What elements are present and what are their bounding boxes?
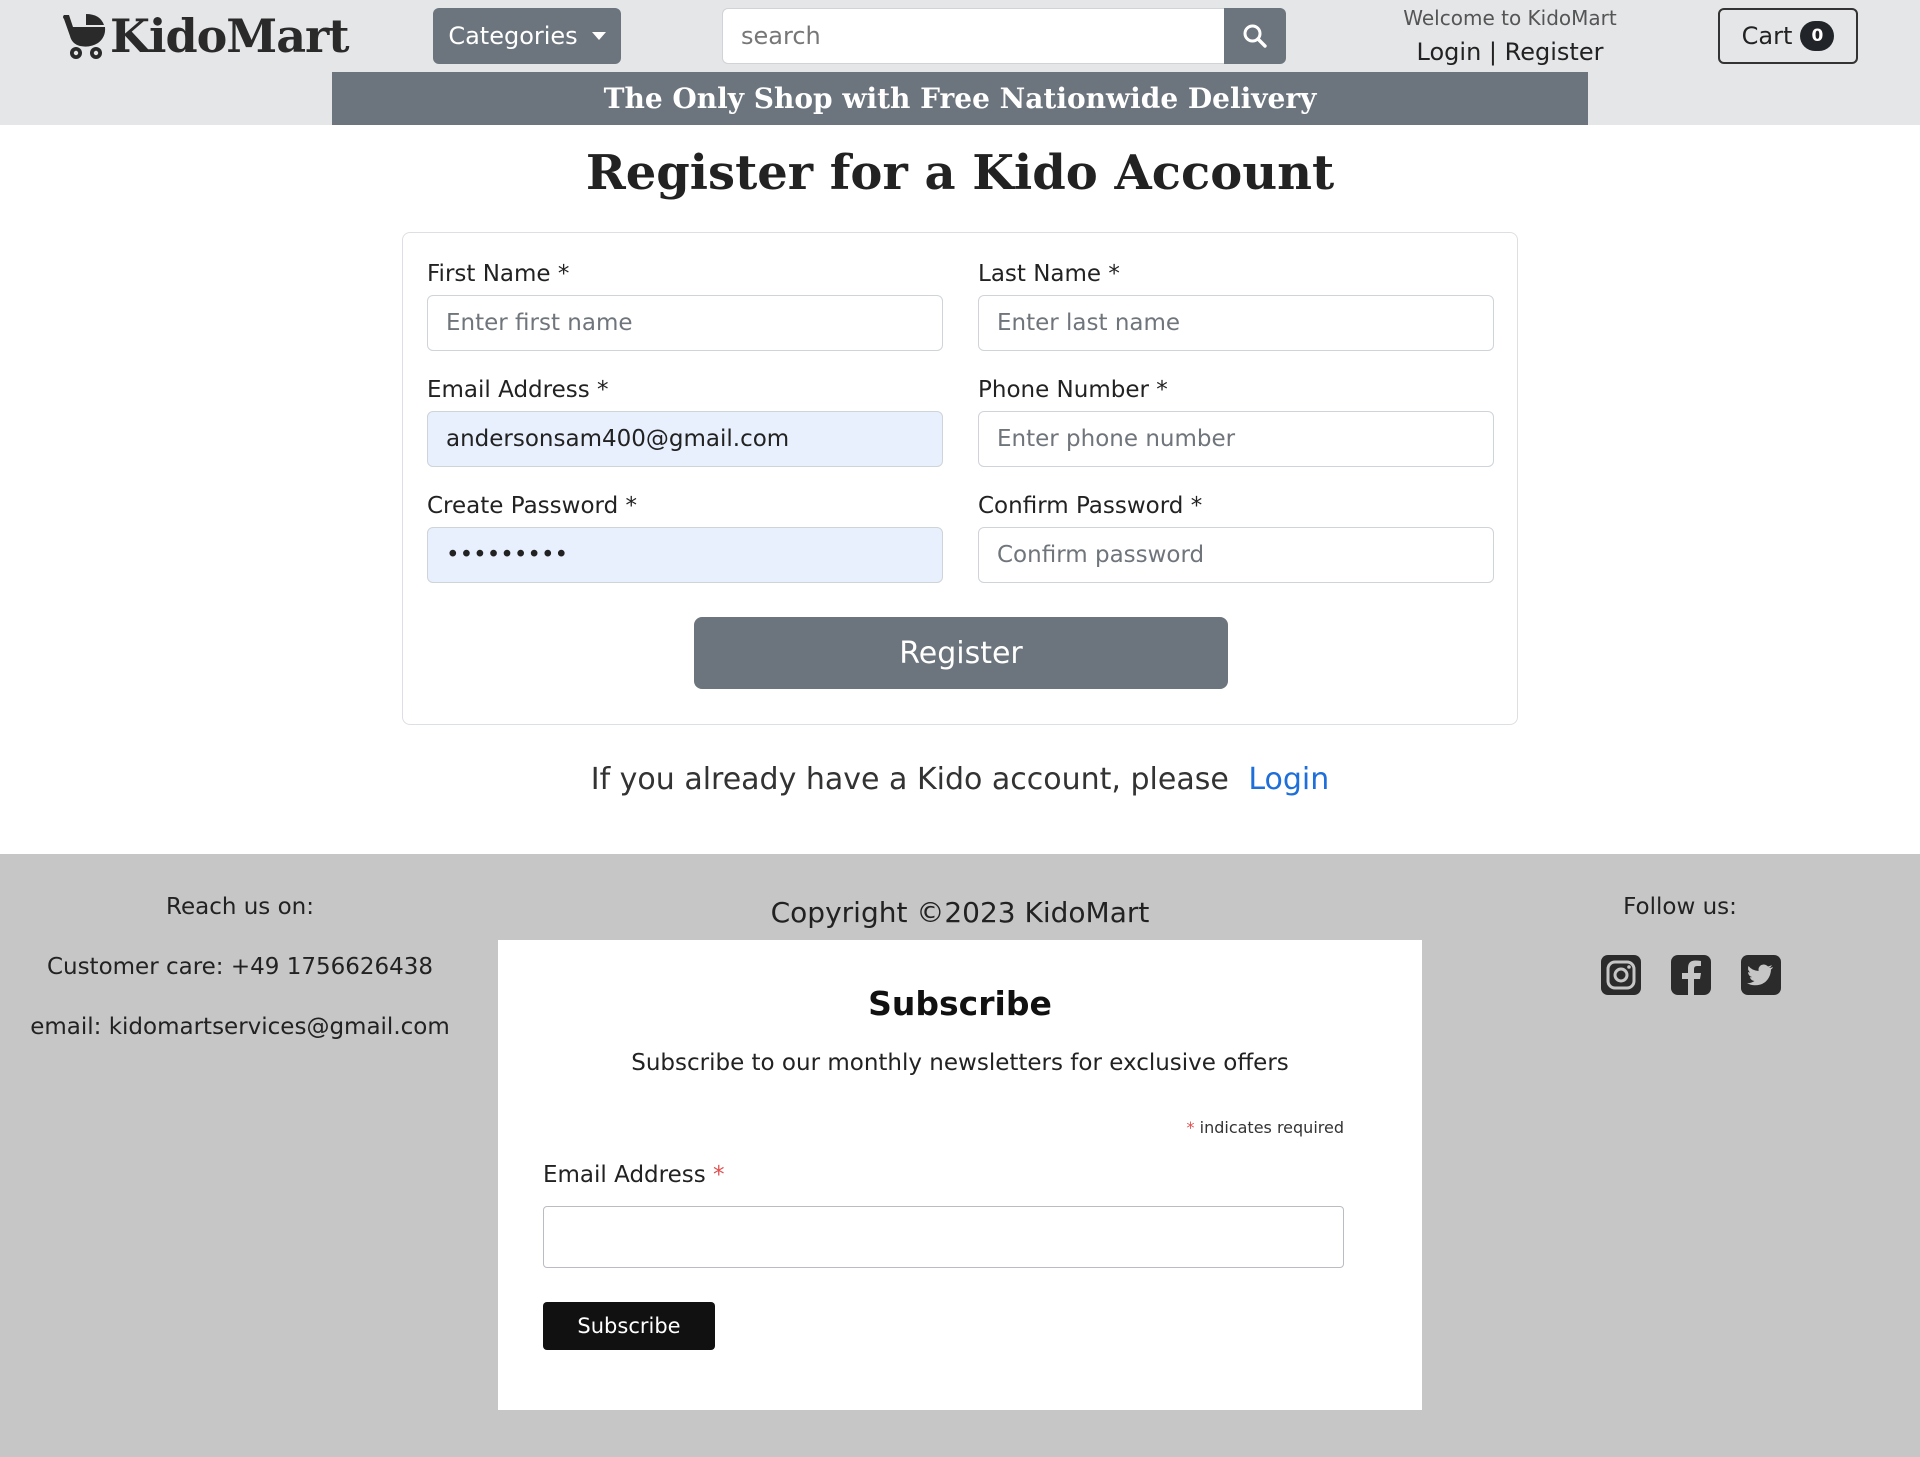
email-input[interactable] — [427, 411, 943, 467]
caret-down-icon — [591, 32, 606, 40]
phone-group: Phone Number * — [978, 377, 1494, 467]
search-bar — [722, 8, 1286, 64]
login-link[interactable]: Login — [1417, 38, 1482, 66]
stroller-icon — [63, 14, 106, 59]
newsletter-subscribe-form: Subscribe Subscribe to our monthly newsl… — [498, 940, 1422, 1410]
required-star: * — [1186, 1118, 1195, 1137]
subscribe-email-required-star: * — [713, 1162, 725, 1188]
subscribe-title: Subscribe — [868, 984, 1052, 1023]
email-label: Email Address * — [427, 377, 609, 403]
required-note-text: indicates required — [1199, 1118, 1344, 1137]
register-button[interactable]: Register — [694, 617, 1228, 689]
subscribe-button[interactable]: Subscribe — [543, 1302, 715, 1350]
registration-form: First Name * Last Name * Email Address *… — [402, 232, 1518, 725]
categories-dropdown-button[interactable]: Categories — [433, 8, 621, 64]
instagram-icon[interactable] — [1600, 954, 1642, 996]
subscribe-description: Subscribe to our monthly newsletters for… — [631, 1050, 1289, 1076]
confirm-password-group: Confirm Password * — [978, 493, 1494, 583]
search-icon — [1243, 24, 1267, 48]
copyright: Copyright ©2023 KidoMart — [770, 896, 1150, 929]
contact-email: email: kidomartservices@gmail.com — [0, 1014, 480, 1040]
password-input[interactable] — [427, 527, 943, 583]
contact-email-link[interactable]: kidomartservices@gmail.com — [109, 1014, 450, 1040]
phone-input[interactable] — [978, 411, 1494, 467]
twitter-icon[interactable] — [1740, 954, 1782, 996]
subscribe-email-label-text: Email Address — [543, 1162, 706, 1188]
subscribe-email-input[interactable] — [543, 1206, 1344, 1268]
social-links — [1600, 954, 1782, 996]
first-name-input[interactable] — [427, 295, 943, 351]
search-input[interactable] — [722, 8, 1224, 64]
welcome-text: Welcome to KidoMart — [1403, 6, 1617, 30]
confirm-password-label: Confirm Password * — [978, 493, 1203, 519]
email-prefix: email: — [30, 1014, 102, 1040]
password-group: Create Password * — [427, 493, 943, 583]
register-link[interactable]: Register — [1505, 38, 1604, 66]
categories-label: Categories — [448, 22, 578, 50]
login-prompt: If you already have a Kido account, plea… — [0, 762, 1920, 797]
first-name-group: First Name * — [427, 261, 943, 351]
logo[interactable]: KidoMart — [60, 8, 350, 64]
email-group: Email Address * — [427, 377, 943, 467]
subscribe-email-label: Email Address * — [543, 1162, 725, 1188]
password-label: Create Password * — [427, 493, 637, 519]
auth-links: Login | Register — [1380, 38, 1640, 66]
page-title: Register for a Kido Account — [585, 145, 1335, 201]
last-name-group: Last Name * — [978, 261, 1494, 351]
promo-banner: The Only Shop with Free Nationwide Deliv… — [332, 72, 1588, 125]
logo-text: KidoMart — [110, 9, 350, 63]
search-button[interactable] — [1224, 8, 1286, 64]
last-name-label: Last Name * — [978, 261, 1120, 287]
confirm-password-input[interactable] — [978, 527, 1494, 583]
footer: Reach us on: Customer care: +49 17566264… — [0, 854, 1920, 1457]
cart-count-badge: 0 — [1800, 21, 1835, 51]
reach-us-title: Reach us on: — [166, 894, 314, 920]
first-name-label: First Name * — [427, 261, 570, 287]
auth-separator: | — [1488, 38, 1498, 66]
phone-label: Phone Number * — [978, 377, 1168, 403]
login-prompt-link[interactable]: Login — [1248, 762, 1329, 797]
last-name-input[interactable] — [978, 295, 1494, 351]
facebook-icon[interactable] — [1670, 954, 1712, 996]
cart-button[interactable]: Cart 0 — [1718, 8, 1858, 64]
cart-label: Cart — [1741, 22, 1793, 50]
follow-us-title: Follow us: — [1623, 894, 1737, 920]
top-navbar: KidoMart Categories Welcome to KidoMart … — [0, 0, 1920, 125]
required-note: * indicates required — [1187, 1118, 1344, 1137]
customer-care-phone: Customer care: +49 1756626438 — [46, 954, 434, 980]
login-prompt-text: If you already have a Kido account, plea… — [590, 762, 1229, 797]
